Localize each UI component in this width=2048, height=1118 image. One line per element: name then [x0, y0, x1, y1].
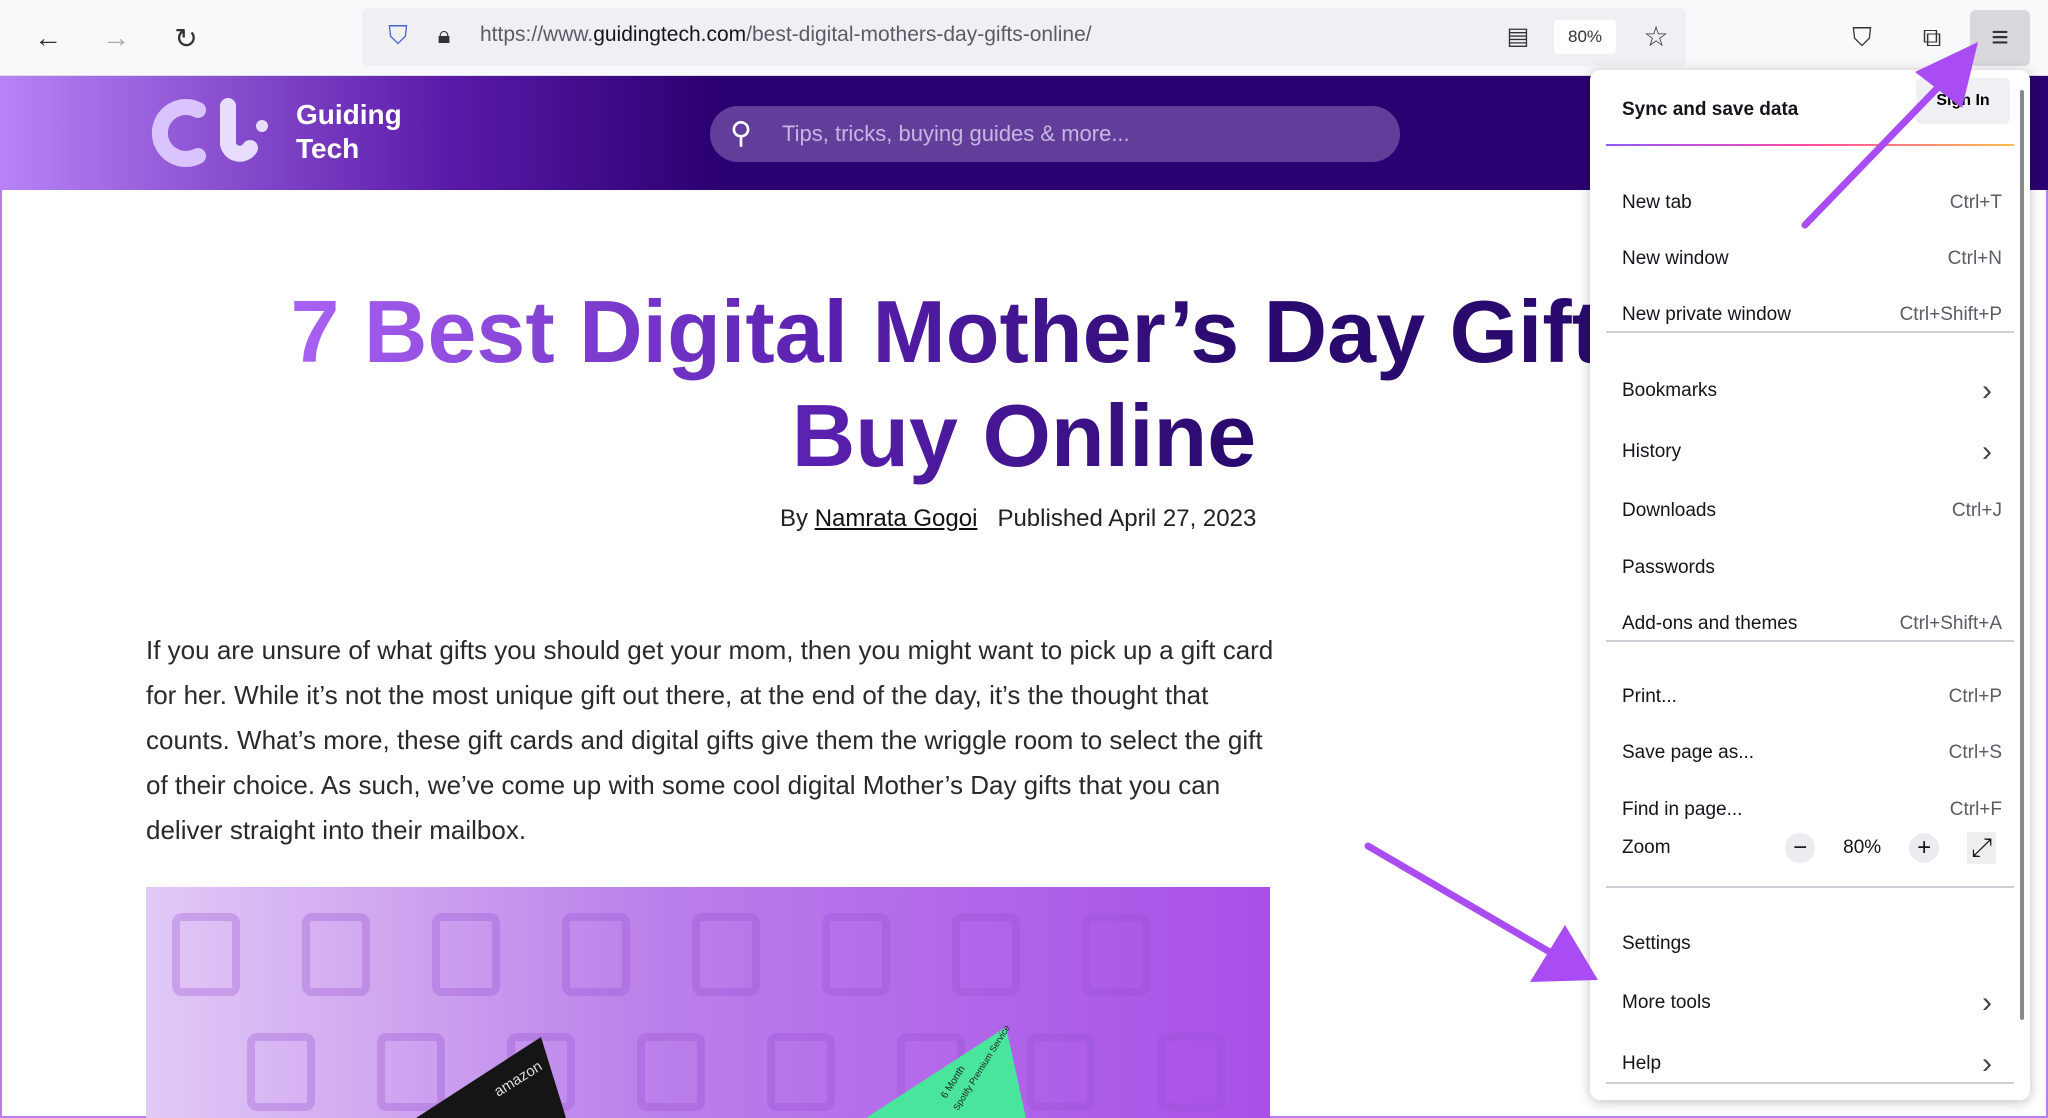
reload-icon[interactable]: ↻ [166, 18, 206, 58]
gift-pattern-icon [172, 913, 240, 996]
gift-pattern-icon [562, 913, 630, 996]
menu-item-label: Downloads [1622, 500, 1716, 521]
arrow-head-more-tools [1530, 925, 1598, 982]
gift-pattern-icon [1082, 913, 1150, 996]
gift-pattern-icon [1027, 1033, 1095, 1111]
menu-item-label: Passwords [1622, 557, 1715, 578]
shortcut: Ctrl+T [1949, 192, 2002, 213]
menu-separator [1606, 886, 2014, 888]
menu-item-passwords[interactable]: Passwords [1622, 548, 2002, 588]
menu-item-label: Settings [1622, 933, 1691, 954]
logo-text[interactable]: Guiding Tech [296, 98, 402, 166]
menu-item-label: Find in page... [1622, 799, 1743, 820]
gift-pattern-icon [822, 913, 890, 996]
shortcut: Ctrl+F [1949, 799, 2002, 820]
site-search-input[interactable]: ⚲ Tips, tricks, buying guides & more... [710, 106, 1400, 162]
menu-item-new-window[interactable]: New window Ctrl+N [1622, 239, 2002, 279]
menu-separator [1606, 1082, 2014, 1084]
chevron-right-icon: › [1982, 1047, 1992, 1080]
sign-in-button[interactable]: Sign In [1916, 78, 2010, 124]
menu-item-bookmarks[interactable]: Bookmarks › [1622, 371, 2002, 411]
gift-pattern-icon [302, 913, 370, 996]
menu-item-label: History [1622, 441, 1682, 462]
hero-image: amazon 6 Month Spotify Premium Service [146, 887, 1270, 1118]
menu-item-find-in-page[interactable]: Find in page... Ctrl+F [1622, 790, 2002, 830]
lock-icon[interactable]: 🔒︎ [424, 16, 464, 56]
menu-item-settings[interactable]: Settings [1622, 924, 2002, 964]
menu-item-downloads[interactable]: Downloads Ctrl+J [1622, 491, 2002, 531]
menu-item-history[interactable]: History › [1622, 432, 2002, 472]
menu-separator [1606, 331, 2014, 333]
search-icon: ⚲ [730, 117, 752, 150]
zoom-value: 80% [1843, 837, 1882, 858]
fullscreen-icon[interactable]: ⤢ [1967, 832, 1996, 864]
menu-item-new-private-window[interactable]: New private window Ctrl+Shift+P [1622, 295, 2002, 335]
chevron-right-icon: › [1982, 435, 1992, 468]
menu-item-print[interactable]: Print... Ctrl+P [1622, 677, 2002, 717]
shortcut: Ctrl+J [1951, 500, 2002, 521]
gift-pattern-icon [692, 913, 760, 996]
chevron-right-icon: › [1982, 986, 1992, 1019]
app-menu: Sync and save data Sign In New tab Ctrl+T… [1590, 70, 2030, 1100]
url-text[interactable]: https://www.guidingtech.com/best-digital… [480, 23, 1092, 47]
menu-item-label: New window [1622, 248, 1729, 269]
menu-item-label: New tab [1622, 192, 1692, 213]
pocket-icon[interactable]: ⛉ [1842, 18, 1882, 58]
zoom-badge[interactable]: 80% [1554, 20, 1616, 54]
bookmark-star-icon[interactable]: ☆ [1636, 16, 1676, 56]
shortcut: Ctrl+N [1947, 248, 2002, 269]
zoom-in-button[interactable]: + [1909, 833, 1940, 863]
menu-item-label: Print... [1622, 686, 1677, 707]
forward-icon[interactable]: → [96, 18, 136, 58]
menu-item-label: Bookmarks [1622, 380, 1718, 401]
gift-pattern-icon [952, 913, 1020, 996]
shortcut: Ctrl+S [1948, 742, 2002, 763]
menu-item-label: Save page as... [1622, 742, 1755, 763]
menu-item-label: Add-ons and themes [1622, 613, 1798, 634]
gift-pattern-icon [637, 1033, 705, 1111]
search-placeholder: Tips, tricks, buying guides & more... [782, 121, 1130, 146]
chevron-right-icon: › [1982, 374, 1992, 407]
shortcut: Ctrl+P [1948, 686, 2002, 707]
menu-item-label: More tools [1622, 992, 1711, 1013]
menu-item-label: Help [1622, 1053, 1662, 1074]
byline: By Namrata Gogoi Published April 27, 202… [780, 505, 1257, 532]
menu-item-help[interactable]: Help › [1622, 1044, 2002, 1084]
gift-pattern-icon [247, 1033, 315, 1111]
extensions-icon[interactable]: ⧉ [1912, 18, 1952, 58]
url-bar[interactable]: ⛉ 🔒︎ https://www.guidingtech.com/best-di… [362, 8, 1686, 66]
menu-scrollbar[interactable] [2020, 90, 2024, 1020]
menu-item-add-ons-and-themes[interactable]: Add-ons and themes Ctrl+Shift+A [1622, 604, 2002, 644]
browser-toolbar: ← → ↻ ⛉ 🔒︎ https://www.guidingtech.com/b… [0, 0, 2048, 76]
publish-date: Published April 27, 2023 [997, 505, 1257, 532]
gift-pattern-icon [377, 1033, 445, 1111]
menu-item-save-page-as[interactable]: Save page as... Ctrl+S [1622, 733, 2002, 773]
reader-view-icon[interactable]: ▤ [1498, 16, 1538, 56]
menu-item-label: New private window [1622, 304, 1791, 325]
hero-illustration: amazon 6 Month Spotify Premium Service [172, 913, 1225, 1118]
menu-item-new-tab[interactable]: New tab Ctrl+T [1622, 183, 2002, 223]
shield-icon[interactable]: ⛉ [378, 16, 418, 56]
app-menu-button[interactable]: ≡ [1970, 10, 2030, 66]
back-icon[interactable]: ← [28, 18, 68, 58]
gift-pattern-icon [1157, 1033, 1225, 1111]
menu-separator [1606, 640, 2014, 642]
shortcut: Ctrl+Shift+P [1899, 304, 2002, 325]
arrow-to-more-tools [1364, 842, 1564, 962]
article-paragraph: If you are unsure of what gifts you shou… [146, 635, 1274, 845]
menu-item-more-tools[interactable]: More tools › [1622, 983, 2002, 1023]
author-link[interactable]: Namrata Gogoi [815, 505, 978, 532]
gift-pattern-icon [767, 1033, 835, 1111]
hamburger-icon: ≡ [1991, 21, 2009, 54]
shortcut: Ctrl+Shift+A [1899, 613, 2002, 634]
logo-icon[interactable] [150, 98, 270, 168]
zoom-row: Zoom − 80% + ⤢ [1622, 828, 2002, 868]
gift-pattern-icon [432, 913, 500, 996]
zoom-out-button[interactable]: − [1785, 833, 1816, 863]
